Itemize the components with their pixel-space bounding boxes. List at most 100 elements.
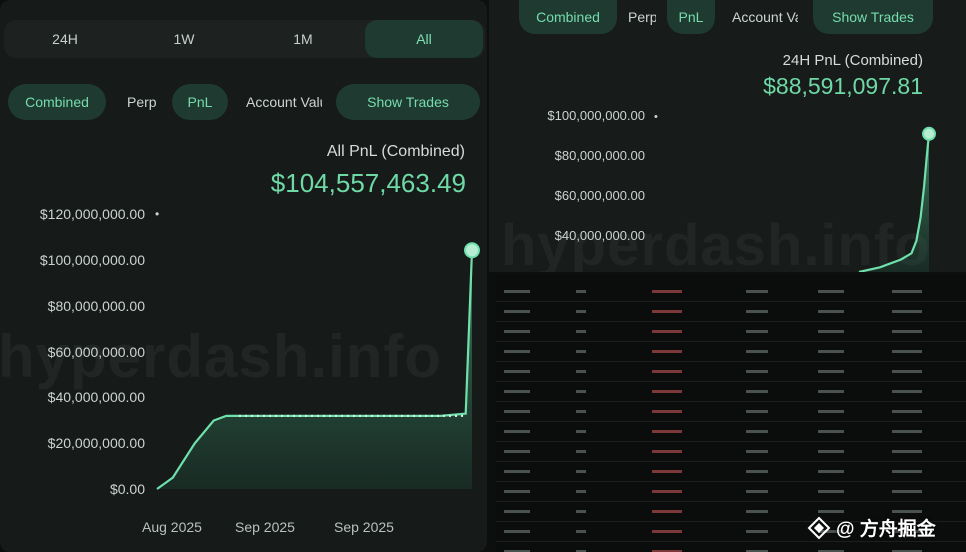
table-cell (652, 390, 682, 393)
table-row[interactable] (496, 422, 966, 442)
trade-marker (358, 414, 362, 418)
table-cell (652, 290, 682, 293)
24h-pnl-area-chart: • (654, 111, 936, 272)
table-row[interactable] (496, 542, 966, 552)
trade-marker (334, 414, 338, 418)
table-cell (746, 310, 768, 313)
trade-marker (274, 414, 278, 418)
trade-marker (268, 414, 272, 418)
table-row[interactable] (496, 462, 966, 482)
table-cell (892, 290, 922, 293)
table-row[interactable] (496, 282, 966, 302)
trade-marker (412, 414, 416, 418)
trade-marker (370, 414, 374, 418)
trade-marker (340, 414, 344, 418)
trade-marker (310, 414, 314, 418)
table-cell (504, 450, 530, 453)
table-cell (746, 430, 768, 433)
table-cell (892, 330, 922, 333)
trade-marker (298, 414, 302, 418)
last-point-marker (464, 242, 480, 259)
table-cell (892, 410, 922, 413)
table-cell (746, 450, 768, 453)
trade-marker (394, 414, 398, 418)
table-cell (652, 530, 682, 533)
x-tick: Sep 2025 (334, 519, 394, 535)
trade-marker (454, 414, 458, 418)
table-cell (818, 390, 844, 393)
y-axis-dot: • (654, 111, 658, 123)
table-cell (652, 450, 682, 453)
table-cell (746, 530, 768, 533)
table-cell (746, 350, 768, 353)
table-cell (652, 350, 682, 353)
trades-table (496, 274, 966, 552)
trade-marker (436, 414, 440, 418)
table-cell (818, 370, 844, 373)
all-pnl-panel: hyperdash.info 24H 1W 1M All Combined Pe… (0, 0, 487, 552)
table-cell (576, 370, 586, 373)
table-cell (652, 370, 682, 373)
trade-marker (250, 414, 254, 418)
table-cell (576, 530, 586, 533)
table-row[interactable] (496, 382, 966, 402)
table-cell (504, 530, 530, 533)
table-row[interactable] (496, 302, 966, 322)
trade-marker (406, 414, 410, 418)
last-point-marker (922, 126, 936, 141)
table-cell (818, 290, 844, 293)
24h-pnl-panel: hyperdash.info Combined Perp PnL Account… (489, 0, 966, 272)
series-area (859, 133, 929, 272)
trade-marker (400, 414, 404, 418)
table-cell (504, 350, 530, 353)
trade-marker (292, 414, 296, 418)
pnl-area-chart: • (155, 207, 480, 490)
table-row[interactable] (496, 442, 966, 462)
table-cell (652, 410, 682, 413)
table-cell (818, 410, 844, 413)
table-cell (504, 370, 530, 373)
table-cell (504, 310, 530, 313)
trade-marker (244, 414, 248, 418)
trade-marker (352, 414, 356, 418)
y-axis-dot: • (155, 207, 159, 221)
trade-marker (346, 414, 350, 418)
table-cell (652, 470, 682, 473)
trade-marker (280, 414, 284, 418)
trade-marker (382, 414, 386, 418)
table-row[interactable] (496, 342, 966, 362)
trade-marker (316, 414, 320, 418)
table-cell (818, 310, 844, 313)
table-cell (892, 310, 922, 313)
table-cell (746, 410, 768, 413)
table-cell (892, 450, 922, 453)
table-row[interactable] (496, 482, 966, 502)
trade-marker (448, 414, 452, 418)
table-cell (504, 430, 530, 433)
trade-marker (460, 414, 464, 418)
table-cell (746, 370, 768, 373)
trade-marker (328, 414, 332, 418)
table-cell (818, 490, 844, 493)
table-cell (576, 350, 586, 353)
table-cell (652, 430, 682, 433)
diamond-logo-icon (807, 516, 831, 539)
table-row[interactable] (496, 362, 966, 382)
table-row[interactable] (496, 402, 966, 422)
table-cell (504, 390, 530, 393)
table-cell (818, 510, 844, 513)
table-cell (892, 350, 922, 353)
table-cell (504, 290, 530, 293)
series-area (157, 250, 472, 489)
trade-marker (322, 414, 326, 418)
x-tick: Sep 2025 (235, 519, 295, 535)
table-row[interactable] (496, 322, 966, 342)
table-cell (892, 470, 922, 473)
trade-marker (238, 414, 242, 418)
table-cell (576, 450, 586, 453)
trade-marker (376, 414, 380, 418)
trade-marker (364, 414, 368, 418)
table-cell (576, 290, 586, 293)
table-cell (652, 330, 682, 333)
table-cell (746, 490, 768, 493)
